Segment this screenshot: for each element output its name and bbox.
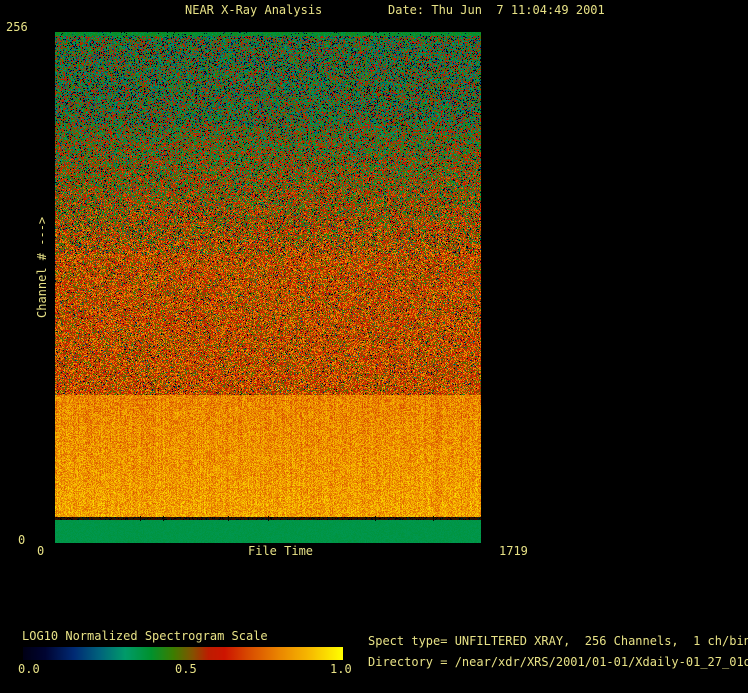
directory-info: Directory = /near/xdr/XRS/2001/01-01/Xda… [368, 655, 748, 669]
colorbar-tick-min: 0.0 [18, 662, 40, 676]
spectrogram-image [55, 32, 481, 543]
x-axis-max-label: 1719 [499, 544, 528, 558]
colorbar-tick-mid: 0.5 [175, 662, 197, 676]
colorbar-title: LOG10 Normalized Spectrogram Scale [22, 629, 268, 643]
y-axis-max-label: 256 [6, 20, 28, 34]
y-axis-min-label: 0 [18, 533, 26, 547]
colorbar-tick-max: 1.0 [330, 662, 352, 676]
xray-analysis-window: NEAR X-Ray Analysis Date: Thu Jun 7 11:0… [0, 0, 748, 693]
colorbar-gradient [23, 647, 343, 660]
x-axis-title: File Time [248, 544, 314, 558]
window-title: NEAR X-Ray Analysis [185, 3, 323, 17]
y-axis-title: Channel # ---> [35, 216, 49, 318]
spect-type-info: Spect type= UNFILTERED XRAY, 256 Channel… [368, 634, 748, 648]
date-label: Date: Thu Jun 7 11:04:49 2001 [388, 3, 605, 17]
x-axis-min-label: 0 [37, 544, 45, 558]
